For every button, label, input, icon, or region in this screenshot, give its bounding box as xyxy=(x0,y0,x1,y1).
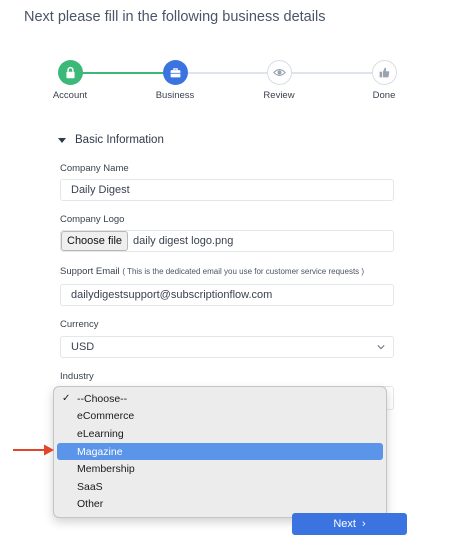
step-done[interactable]: Done xyxy=(344,60,424,101)
annotation-arrow-icon xyxy=(13,444,54,456)
progress-stepper: Account Business Review Done xyxy=(0,58,474,108)
industry-option-ecommerce[interactable]: eCommerce xyxy=(57,408,383,426)
option-label: eCommerce xyxy=(77,410,135,423)
briefcase-icon xyxy=(162,60,188,85)
section-title: Basic Information xyxy=(75,134,164,146)
step-business[interactable]: Business xyxy=(135,60,215,101)
option-label: --Choose-- xyxy=(77,392,128,405)
step-account[interactable]: Account xyxy=(30,60,110,101)
option-label: Membership xyxy=(77,463,135,476)
industry-label: Industry xyxy=(60,371,94,382)
company-logo-file-input: Choose file daily digest logo.png xyxy=(60,230,394,252)
step-label: Account xyxy=(52,90,88,101)
page-heading: Next please fill in the following busine… xyxy=(24,9,326,25)
option-label: Other xyxy=(77,498,104,511)
step-label: Done xyxy=(372,90,396,101)
step-review[interactable]: Review xyxy=(239,60,319,101)
support-email-hint: ( This is the dedicated email you use fo… xyxy=(122,267,365,276)
company-name-value: Daily Digest xyxy=(71,184,130,196)
step-label: Review xyxy=(263,90,295,101)
industry-dropdown-menu: ✓ --Choose-- eCommerce eLearning Magazine… xyxy=(53,386,387,518)
caret-down-icon xyxy=(58,137,66,143)
eye-icon xyxy=(266,60,292,85)
currency-label: Currency xyxy=(60,319,99,330)
company-name-input[interactable]: Daily Digest xyxy=(60,179,394,201)
support-email-label: Support Email ( This is the dedicated em… xyxy=(60,266,364,277)
currency-select[interactable]: USD xyxy=(60,336,394,358)
option-label: SaaS xyxy=(77,480,103,493)
selected-file-name: daily digest logo.png xyxy=(133,235,234,247)
company-logo-label: Company Logo xyxy=(60,214,125,225)
support-email-label-text: Support Email xyxy=(60,266,120,277)
step-label: Business xyxy=(155,90,195,101)
option-label: Magazine xyxy=(77,445,123,458)
choose-file-button[interactable]: Choose file xyxy=(61,231,129,251)
currency-value: USD xyxy=(71,341,95,353)
chevron-right-icon: › xyxy=(361,518,366,530)
next-button-label: Next xyxy=(333,518,356,530)
company-name-label: Company Name xyxy=(60,163,129,174)
lock-icon xyxy=(57,60,83,85)
option-label: eLearning xyxy=(77,427,124,440)
support-email-input[interactable]: dailydigestsupport@subscriptionflow.com xyxy=(60,284,394,306)
next-button[interactable]: Next › xyxy=(292,513,407,535)
industry-option-choose[interactable]: ✓ --Choose-- xyxy=(57,390,383,408)
industry-option-saas[interactable]: SaaS xyxy=(57,478,383,496)
section-toggle-basic-information[interactable]: Basic Information xyxy=(58,134,164,146)
chevron-down-icon xyxy=(377,345,385,350)
thumbs-up-icon xyxy=(371,60,397,85)
industry-option-magazine[interactable]: Magazine xyxy=(57,442,383,461)
industry-option-membership[interactable]: Membership xyxy=(57,460,383,478)
checkmark-icon: ✓ xyxy=(62,393,71,405)
industry-option-other[interactable]: Other xyxy=(57,496,383,514)
support-email-value: dailydigestsupport@subscriptionflow.com xyxy=(71,289,273,301)
industry-option-elearning[interactable]: eLearning xyxy=(57,425,383,443)
